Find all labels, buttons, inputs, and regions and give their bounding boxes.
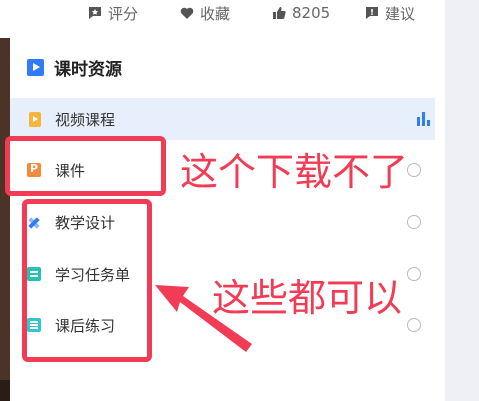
annotation-box-available bbox=[22, 199, 152, 362]
status-radio[interactable] bbox=[407, 267, 421, 281]
annotation-box-unavailable bbox=[5, 136, 166, 196]
status-radio[interactable] bbox=[407, 215, 421, 229]
video-course-label: 视频课程 bbox=[55, 110, 116, 129]
thumbs-up-icon bbox=[273, 7, 286, 19]
top-toolbar: 评分 收藏 8205 建议 bbox=[0, 0, 445, 38]
suggest-button[interactable]: 建议 bbox=[365, 3, 415, 24]
video-file-icon bbox=[29, 111, 41, 127]
play-icon bbox=[27, 58, 44, 76]
resources-title: 课时资源 bbox=[54, 59, 122, 80]
favorite-label: 收藏 bbox=[200, 4, 231, 23]
rate-icon bbox=[89, 7, 101, 19]
feedback-icon bbox=[366, 7, 378, 19]
heart-icon bbox=[180, 7, 194, 19]
suggest-label: 建议 bbox=[385, 4, 416, 23]
rate-button[interactable]: 评分 bbox=[88, 3, 138, 24]
annotation-cannot-download: 这个下载不了 bbox=[180, 150, 409, 194]
status-radio[interactable] bbox=[407, 163, 421, 177]
status-radio[interactable] bbox=[407, 318, 421, 332]
favorite-button[interactable]: 收藏 bbox=[180, 3, 230, 24]
resources-header: 课时资源 bbox=[27, 52, 122, 82]
like-button[interactable]: 8205 bbox=[272, 4, 330, 22]
rate-label: 评分 bbox=[108, 4, 139, 23]
playing-bars-icon bbox=[417, 112, 431, 126]
right-edge-strip bbox=[445, 0, 479, 401]
like-count: 8205 bbox=[292, 4, 331, 22]
annotation-all-ok: 这些都可以 bbox=[212, 276, 403, 320]
video-course-row[interactable]: 视频课程 bbox=[10, 98, 435, 140]
